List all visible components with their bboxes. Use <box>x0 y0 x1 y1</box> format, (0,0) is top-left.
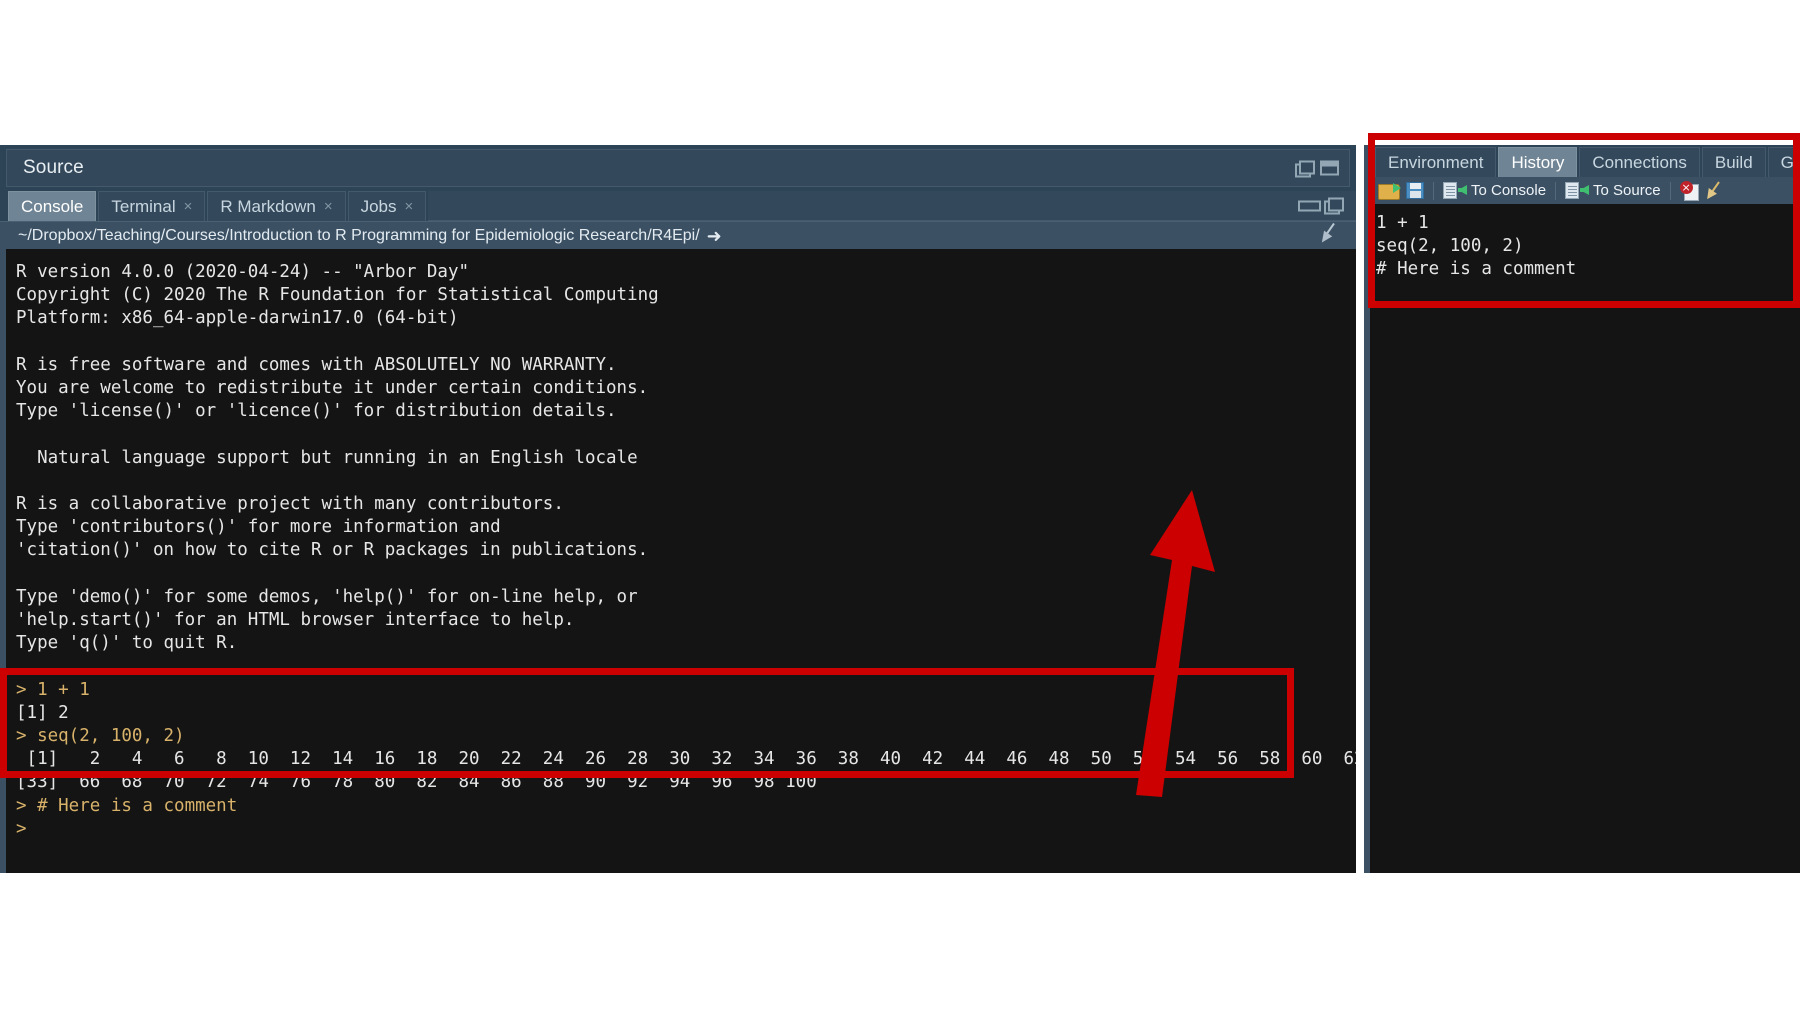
history-entries-list[interactable]: 1 + 1 seq(2, 100, 2) # Here is a comment <box>1370 204 1800 873</box>
tab-build-label: Build <box>1714 152 1753 172</box>
tab-git-label: Git <box>1780 152 1800 172</box>
maximize-pane-icon[interactable] <box>1320 160 1339 176</box>
broom-icon <box>1320 223 1342 243</box>
restore-pane-icon[interactable] <box>1295 160 1315 178</box>
load-history-button[interactable] <box>1378 182 1401 200</box>
tab-terminal[interactable]: Terminal × <box>98 191 206 221</box>
clear-history-button[interactable] <box>1705 182 1725 200</box>
minimize-pane-icon[interactable] <box>1298 198 1321 212</box>
console-output-line: Type 'demo()' for some demos, 'help()' f… <box>16 586 638 607</box>
source-pane-title: Source <box>23 157 84 178</box>
tab-strip-filler <box>428 191 1356 221</box>
tab-jobs-label: Jobs <box>360 196 397 216</box>
console-output-line: 'citation()' on how to cite R or R packa… <box>16 540 649 561</box>
history-toolbar: To Console To Source <box>1370 177 1800 204</box>
save-icon <box>1406 182 1424 199</box>
environment-tab-strip: Environment History Connections Build Gi… <box>1370 145 1800 177</box>
folder-open-icon <box>1378 182 1401 200</box>
save-history-button[interactable] <box>1406 182 1424 199</box>
tab-history-label: History <box>1511 152 1565 172</box>
toolbar-separator <box>1433 181 1434 200</box>
open-directory-arrow-icon[interactable]: ➜ <box>707 227 722 245</box>
tab-git[interactable]: Git <box>1767 147 1800 177</box>
restore-pane-icon[interactable] <box>1324 197 1344 215</box>
console-output-line: Natural language support but running in … <box>16 447 638 468</box>
console-output-line: R is free software and comes with ABSOLU… <box>16 354 617 375</box>
console-output-line: 'help.start()' for an HTML browser inter… <box>16 610 575 631</box>
toolbar-separator <box>1669 181 1671 200</box>
history-entry[interactable]: 1 + 1 <box>1376 212 1800 235</box>
console-output-line: Platform: x86_64-apple-darwin17.0 (64-bi… <box>16 308 459 329</box>
tab-environment[interactable]: Environment <box>1375 147 1497 177</box>
console-pane-controls <box>1298 197 1344 215</box>
tab-environment-label: Environment <box>1388 152 1484 172</box>
console-tab-strip: Console Terminal × R Markdown × Jobs × <box>0 189 1356 221</box>
history-entry[interactable]: seq(2, 100, 2) <box>1376 235 1800 258</box>
to-console-label: To Console <box>1471 182 1547 199</box>
console-path-bar[interactable]: ~/Dropbox/Teaching/Courses/Introduction … <box>0 221 1356 249</box>
environment-pane-column: Environment History Connections Build Gi… <box>1370 145 1800 873</box>
console-input-line: > 1 + 1 <box>16 679 90 700</box>
toolbar-separator <box>1555 181 1557 200</box>
source-pane-controls <box>1295 160 1339 178</box>
tab-connections-label: Connections <box>1592 152 1687 172</box>
console-output-line: You are welcome to redistribute it under… <box>16 378 649 399</box>
console-output-line: Type 'q()' to quit R. <box>16 633 238 654</box>
console-output-line: Copyright (C) 2020 The R Foundation for … <box>16 285 659 306</box>
console-output-line: Type 'contributors()' for more informati… <box>16 517 501 538</box>
tab-r-markdown[interactable]: R Markdown × <box>207 191 346 221</box>
console-output-line: [1] 2 <box>16 702 69 723</box>
console-output-lines: R version 4.0.0 (2020-04-24) -- "Arbor D… <box>6 249 1356 841</box>
remove-entries-button[interactable] <box>1679 180 1699 201</box>
to-console-button[interactable]: To Console <box>1443 182 1546 199</box>
console-output-area[interactable]: R version 4.0.0 (2020-04-24) -- "Arbor D… <box>0 249 1356 873</box>
tab-jobs-close-icon[interactable]: × <box>405 198 414 215</box>
console-input-line: > # Here is a comment <box>16 795 238 816</box>
tab-console-label: Console <box>21 196 84 216</box>
clear-console-button[interactable] <box>1320 223 1342 248</box>
to-source-label: To Source <box>1593 182 1661 199</box>
to-source-button[interactable]: To Source <box>1565 182 1661 199</box>
console-output-line: Type 'license()' or 'licence()' for dist… <box>16 401 617 422</box>
tab-r-markdown-close-icon[interactable]: × <box>324 198 333 215</box>
rstudio-window: Source Console Terminal × R Markdown × J <box>0 0 1800 1013</box>
console-output-line: R version 4.0.0 (2020-04-24) -- "Arbor D… <box>16 262 470 282</box>
working-directory-path: ~/Dropbox/Teaching/Courses/Introduction … <box>18 226 700 244</box>
broom-icon <box>1705 182 1725 200</box>
console-output-line: R is a collaborative project with many c… <box>16 494 564 515</box>
tab-console[interactable]: Console <box>8 191 97 221</box>
tab-history[interactable]: History <box>1498 147 1578 177</box>
tab-build[interactable]: Build <box>1701 147 1766 177</box>
console-output-line: [1] 2 4 6 8 10 12 14 16 18 20 22 24 26 2… <box>16 749 1356 770</box>
history-entry[interactable]: # Here is a comment <box>1376 258 1800 281</box>
console-output-line: [33] 66 68 70 72 74 76 78 80 82 84 86 88… <box>16 772 817 793</box>
to-source-icon <box>1565 182 1590 199</box>
to-console-icon <box>1443 182 1467 199</box>
tab-jobs[interactable]: Jobs × <box>347 191 427 221</box>
left-pane-column: Source Console Terminal × R Markdown × J <box>0 145 1356 873</box>
tab-terminal-close-icon[interactable]: × <box>184 198 193 215</box>
console-input-line: > <box>16 818 38 839</box>
document-delete-icon <box>1679 180 1699 201</box>
source-pane-header: Source <box>6 149 1350 187</box>
source-pane: Source <box>0 145 1356 189</box>
tab-connections[interactable]: Connections <box>1579 147 1700 177</box>
console-input-line: > seq(2, 100, 2) <box>16 726 185 747</box>
tab-r-markdown-label: R Markdown <box>220 196 316 216</box>
tab-terminal-label: Terminal <box>111 196 176 216</box>
